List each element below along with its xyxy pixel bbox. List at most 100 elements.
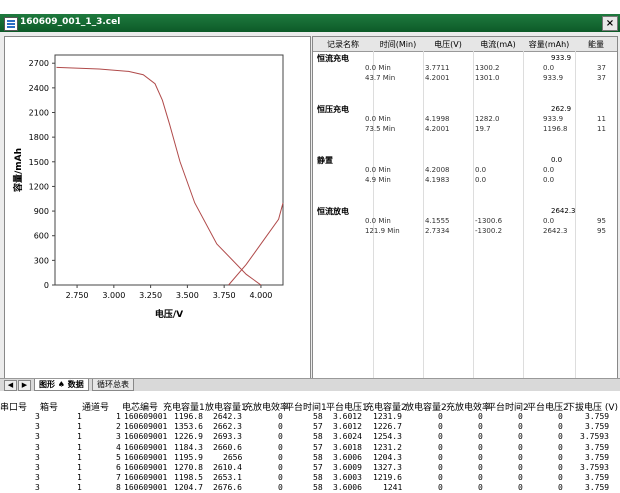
- table-cell: 1353.6: [174, 422, 203, 432]
- table-cell: 3.759: [585, 483, 610, 493]
- prev-tab-button[interactable]: ◀: [4, 380, 17, 391]
- table-cell: 160609001: [124, 473, 168, 483]
- table-cell: 1254.3: [373, 432, 402, 442]
- grid-section-name: 恒压充电: [317, 105, 349, 114]
- grid-column-header[interactable]: 时间(Min): [373, 39, 423, 50]
- grid-divider: [523, 51, 524, 383]
- table-cell: 1: [77, 422, 82, 432]
- table-cell: 0: [518, 412, 523, 421]
- table-cell: 58: [313, 483, 323, 493]
- table-cell: 0: [558, 483, 563, 493]
- table-cell: 0: [478, 463, 483, 472]
- table-cell: 160609001: [124, 452, 168, 462]
- table-cell: 1: [77, 463, 82, 472]
- table-column-header[interactable]: 通道号: [82, 400, 109, 413]
- grid-cell: 1196.8: [543, 125, 568, 133]
- table-cell: 0: [438, 432, 443, 442]
- y-tick-label: 1500: [29, 158, 49, 167]
- table-cell: 6: [116, 463, 121, 472]
- table-cell: 3.6024: [333, 432, 362, 442]
- table-cell: 0: [478, 412, 483, 421]
- table-cell: 58: [313, 473, 323, 483]
- table-cell: 1: [77, 412, 82, 421]
- title-bar[interactable]: 160609_001_1_3.cel ×: [0, 14, 620, 32]
- grid-column-header[interactable]: 能量: [575, 39, 617, 50]
- y-tick-label: 900: [34, 207, 49, 216]
- table-cell: 3.7593: [580, 463, 609, 472]
- grid-cell: 1282.0: [475, 115, 500, 123]
- tab-chart-data[interactable]: 图形 ♠ 数据: [34, 379, 89, 391]
- table-cell: 1219.6: [373, 473, 402, 483]
- grid-section-total: 0.0: [551, 156, 563, 164]
- table-cell: 5: [116, 452, 121, 462]
- table-cell: 3: [35, 473, 40, 483]
- grid-divider: [575, 51, 576, 383]
- grid-cell: 3.7711: [425, 64, 450, 72]
- tab-cycle-summary[interactable]: 循环总表: [92, 379, 134, 391]
- table-cell: 0: [278, 432, 283, 442]
- y-tick-label: 2400: [29, 84, 49, 93]
- table-cell: 0: [518, 442, 523, 452]
- table-cell: 3: [35, 463, 40, 472]
- grid-cell: -1300.6: [475, 217, 503, 225]
- table-cell: 0: [558, 412, 563, 421]
- grid-column-header[interactable]: 记录名称: [313, 39, 373, 50]
- table-cell: 3.759: [585, 473, 610, 483]
- table-cell: 0: [278, 442, 283, 452]
- grid-column-header[interactable]: 电流(mA): [473, 39, 523, 50]
- y-axis-label: 容量/mAh: [12, 148, 24, 193]
- next-tab-button[interactable]: ▶: [18, 380, 31, 391]
- y-tick-label: 0: [44, 281, 49, 290]
- table-cell: 1: [77, 452, 82, 462]
- table-column-header[interactable]: 箱号: [40, 400, 58, 413]
- table-cell: 1: [116, 412, 121, 421]
- table-cell: 3.6012: [333, 422, 362, 432]
- grid-cell: 121.9 Min: [365, 227, 400, 235]
- grid-header: 记录名称 时间(Min) 电压(V) 电流(mA) 容量(mAh) 能量: [313, 37, 617, 52]
- x-tick-label: 3.750: [213, 291, 236, 300]
- table-cell: 1231.9: [373, 412, 402, 421]
- table-cell: 0: [518, 483, 523, 493]
- table-cell: 0: [518, 422, 523, 432]
- grid-cell: 4.1555: [425, 217, 450, 225]
- grid-cell: 933.9: [543, 115, 564, 123]
- table-cell: 0: [558, 422, 563, 432]
- grid-cell: 4.1998: [425, 115, 450, 123]
- table-cell: 3.6006: [333, 452, 362, 462]
- x-tick-label: 3.500: [176, 291, 199, 300]
- table-cell: 3.6003: [333, 473, 362, 483]
- table-cell: 160609001: [124, 412, 168, 421]
- grid-section-total: 262.9: [551, 105, 572, 113]
- grid-cell: 37: [597, 64, 606, 72]
- table-cell: 1196.8: [174, 412, 203, 421]
- grid-cell: 95: [597, 227, 606, 235]
- grid-section-name: 静置: [317, 156, 333, 165]
- table-cell: 0: [278, 463, 283, 472]
- table-cell: 0: [438, 422, 443, 432]
- grid-cell: 2642.3: [543, 227, 568, 235]
- table-cell: 0: [558, 442, 563, 452]
- grid-cell: 4.2001: [425, 125, 450, 133]
- table-cell: 0: [278, 452, 283, 462]
- table-cell: 3.6012: [333, 412, 362, 421]
- table-cell: 3.6018: [333, 442, 362, 452]
- grid-cell: 2.7334: [425, 227, 450, 235]
- grid-cell: 11: [597, 125, 606, 133]
- close-button[interactable]: ×: [602, 16, 618, 31]
- table-cell: 3: [35, 442, 40, 452]
- table-cell: 0: [518, 473, 523, 483]
- table-cell: 0: [278, 483, 283, 493]
- table-column-header[interactable]: 串口号: [0, 400, 27, 413]
- table-cell: 1: [77, 432, 82, 442]
- table-cell: 3.6009: [333, 463, 362, 472]
- table-cell: 1226.9: [174, 432, 203, 442]
- grid-column-header[interactable]: 电压(V): [423, 39, 473, 50]
- table-column-header[interactable]: 充放电效率: [446, 400, 491, 413]
- grid-cell: 11: [597, 115, 606, 123]
- record-grid[interactable]: 记录名称 时间(Min) 电压(V) 电流(mA) 容量(mAh) 能量 恒流充电 933.…: [312, 36, 618, 384]
- table-cell: 2676.6: [213, 483, 242, 493]
- table-cell: 3.6006: [333, 483, 362, 493]
- table-cell: 1241: [383, 483, 403, 493]
- grid-column-header[interactable]: 容量(mAh): [523, 39, 575, 50]
- grid-cell: 0.0: [543, 217, 555, 225]
